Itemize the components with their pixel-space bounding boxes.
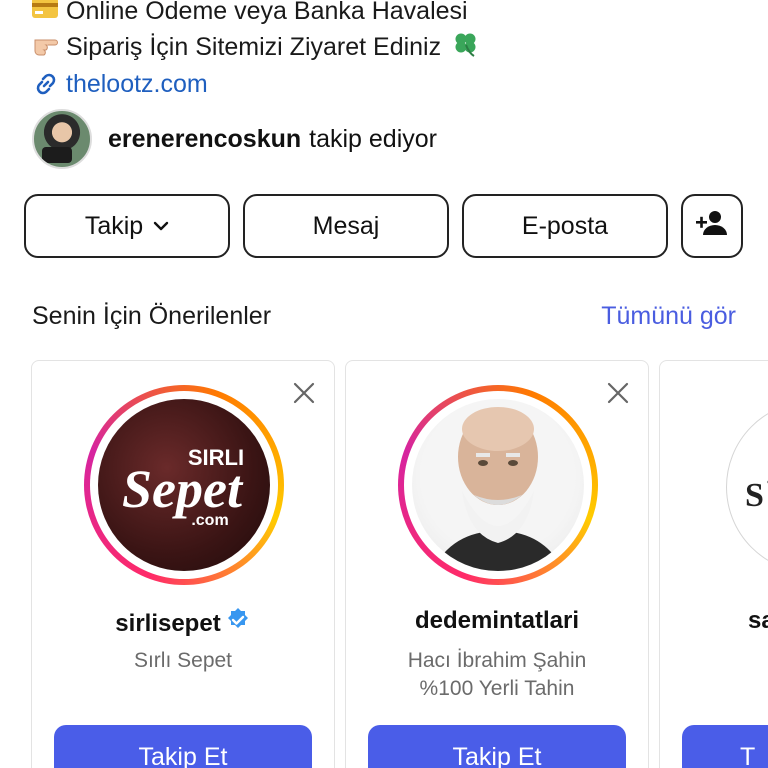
follow-button[interactable]: Takip Et — [54, 725, 312, 768]
email-button-label: E-posta — [521, 211, 609, 240]
bio-visit-text: Sipariş İçin Sitemizi Ziyaret Ediniz — [66, 32, 442, 61]
suggestion-card[interactable]: dedemintatlari Hacı İbrahim Şahin %100 Y… — [345, 360, 649, 768]
bio-line-visit: Sipariş İçin Sitemizi Ziyaret Ediniz — [32, 30, 479, 64]
follow-button[interactable]: T — [682, 725, 768, 768]
close-icon[interactable] — [290, 379, 318, 407]
following-button-label: Takip — [84, 211, 144, 240]
card-subtitle: Hacı İbrahim Şahin %100 Yerli Tahin — [407, 649, 587, 700]
profile-page: Online Ödeme veya Banka Havalesi Sipariş… — [0, 0, 768, 768]
bio-link-text[interactable]: thelootz.com — [66, 70, 208, 99]
card-subtitle: Sırlı Sepet — [133, 649, 233, 672]
suggested-title: Senin İçin Önerilenler — [32, 302, 272, 330]
avatar[interactable] — [412, 399, 584, 571]
svg-text:.com: .com — [191, 512, 228, 529]
close-icon[interactable] — [604, 379, 632, 407]
brand-logo-icon: S — [745, 477, 768, 514]
card-username[interactable]: sa — [660, 607, 768, 635]
add-user-icon — [695, 209, 729, 244]
followed-by-suffix: takip ediyor — [309, 124, 437, 153]
message-button-label: Mesaj — [312, 211, 380, 240]
card-username[interactable]: sirlisepet — [32, 607, 334, 640]
message-button[interactable]: Mesaj — [243, 194, 449, 258]
avatar[interactable] — [32, 109, 92, 169]
suggestion-card[interactable]: S sa T — [659, 360, 768, 768]
sirli-sepet-logo-icon: SIRLI Sepet .com — [122, 445, 244, 529]
old-man-portrait-icon — [432, 407, 564, 571]
follow-button[interactable]: Takip Et — [368, 725, 626, 768]
verified-badge-icon — [225, 607, 251, 640]
bio-line-payment: Online Ödeme veya Banka Havalesi — [32, 0, 468, 28]
add-user-button[interactable] — [681, 194, 743, 258]
followed-by-username[interactable]: erenerencoskun — [108, 125, 301, 154]
suggestion-card[interactable]: SIRLI Sepet .com sirlisepet Sırlı Sepet … — [31, 360, 335, 768]
story-ring[interactable] — [398, 385, 598, 585]
pointing-hand-icon — [32, 30, 66, 65]
bio-link[interactable]: thelootz.com — [32, 67, 208, 101]
avatar[interactable]: S — [726, 401, 768, 573]
card-username[interactable]: dedemintatlari — [346, 607, 648, 635]
svg-text:Sepet: Sepet — [122, 459, 244, 519]
svg-text:S: S — [745, 477, 764, 514]
credit-card-icon — [32, 0, 66, 25]
link-icon — [32, 70, 66, 98]
following-button[interactable]: Takip — [24, 194, 230, 258]
chevron-down-icon — [153, 221, 169, 231]
avatar[interactable]: SIRLI Sepet .com — [98, 399, 270, 571]
clover-icon — [451, 30, 479, 65]
story-ring[interactable]: SIRLI Sepet .com — [84, 385, 284, 585]
see-all-link[interactable]: Tümünü gör — [601, 302, 736, 331]
email-button[interactable]: E-posta — [462, 194, 668, 258]
bio-payment-text: Online Ödeme veya Banka Havalesi — [66, 0, 468, 25]
followed-by-row[interactable]: erenerencoskun takip ediyor — [32, 108, 437, 170]
